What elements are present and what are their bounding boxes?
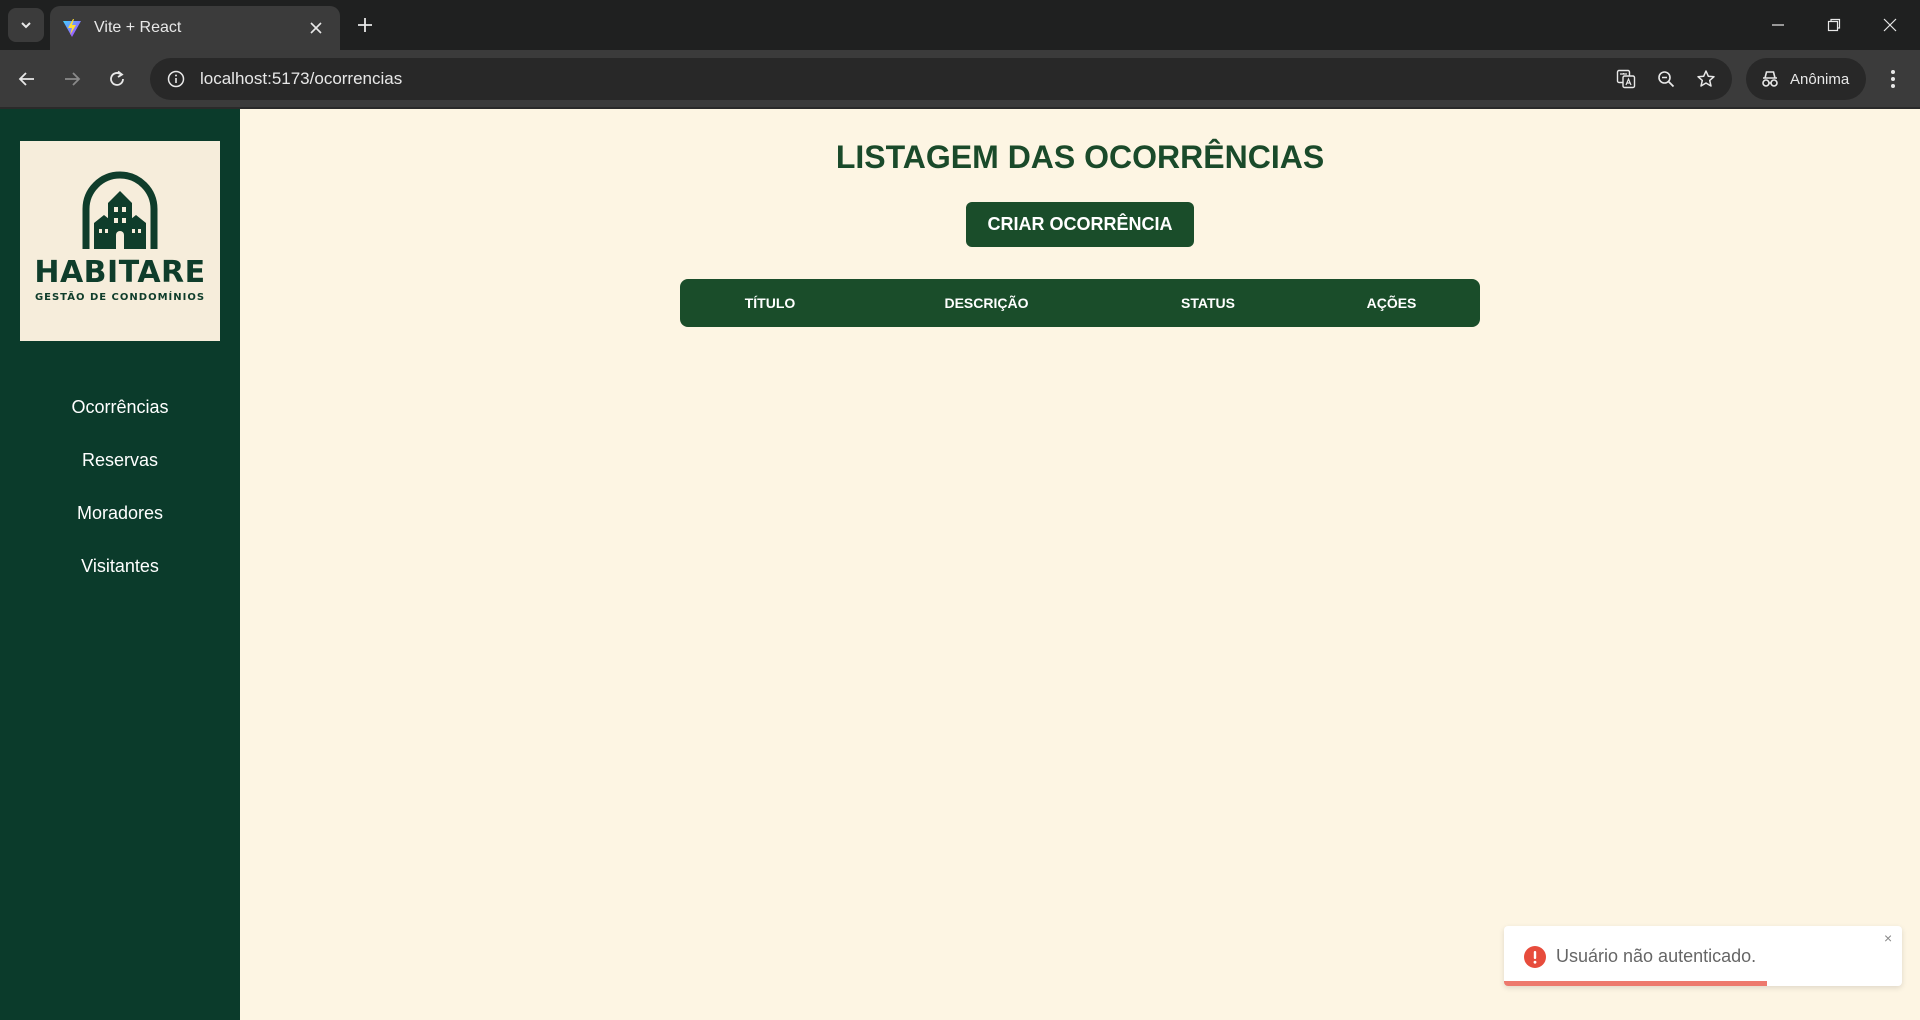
minimize-button[interactable] xyxy=(1758,8,1798,42)
column-header-descricao: DESCRIÇÃO xyxy=(944,295,1029,311)
forward-button[interactable] xyxy=(55,62,89,96)
incognito-profile-button[interactable]: Anônima xyxy=(1746,58,1866,100)
sidebar-item-ocorrencias[interactable]: Ocorrências xyxy=(0,381,240,434)
new-tab-button[interactable] xyxy=(352,12,378,38)
tab-title: Vite + React xyxy=(94,19,182,36)
browser-menu-button[interactable] xyxy=(1876,62,1910,96)
browser-tab-strip: Vite + React xyxy=(0,0,1920,50)
sidebar-item-reservas[interactable]: Reservas xyxy=(0,434,240,487)
column-header-acoes: AÇÕES xyxy=(1366,295,1417,311)
site-info-icon[interactable] xyxy=(156,58,196,100)
incognito-icon xyxy=(1762,71,1778,87)
chevron-down-icon xyxy=(21,22,31,29)
more-vertical-icon xyxy=(1891,70,1895,88)
sidebar-nav: Ocorrências Reservas Moradores Visitante… xyxy=(0,381,240,593)
vite-logo-icon xyxy=(63,19,81,37)
restore-icon xyxy=(1827,18,1841,32)
error-toast[interactable]: Usuário não autenticado. × xyxy=(1504,926,1902,986)
logo-subtitle: GESTÃO DE CONDOMÍNIOS xyxy=(34,292,206,303)
error-icon xyxy=(1524,946,1546,968)
create-ocorrencia-button[interactable]: CRIAR OCORRÊNCIA xyxy=(966,202,1194,247)
arrow-left-icon xyxy=(18,72,34,86)
reload-button[interactable] xyxy=(100,62,134,96)
browser-toolbar: localhost:5173/ocorrencias Anônima xyxy=(0,50,1920,108)
bookmark-star-icon[interactable] xyxy=(1686,58,1726,100)
zoom-icon[interactable] xyxy=(1646,58,1686,100)
url-text[interactable]: localhost:5173/ocorrencias xyxy=(200,69,1606,89)
translate-icon[interactable] xyxy=(1606,58,1646,100)
reload-icon xyxy=(110,70,124,86)
page-title: LISTAGEM DAS OCORRÊNCIAS xyxy=(835,139,1325,175)
column-header-status: STATUS xyxy=(1181,295,1235,311)
arrow-right-icon xyxy=(65,72,81,86)
column-header-titulo: TÍTULO xyxy=(744,295,796,311)
sidebar-item-visitantes[interactable]: Visitantes xyxy=(0,540,240,593)
toast-close-icon[interactable]: × xyxy=(1884,930,1892,946)
plus-icon xyxy=(358,18,372,32)
close-icon xyxy=(1883,18,1897,32)
table-header: TÍTULO DESCRIÇÃO STATUS AÇÕES xyxy=(680,279,1480,327)
restore-button[interactable] xyxy=(1814,8,1854,42)
minimize-icon xyxy=(1772,24,1784,26)
browser-tab[interactable]: Vite + React xyxy=(50,6,340,50)
logo-name: HABITARE xyxy=(34,255,206,290)
tab-search-button[interactable] xyxy=(8,8,44,42)
toast-progress-bar xyxy=(1504,981,1767,986)
building-logo-icon xyxy=(82,171,158,249)
sidebar: HABITARE GESTÃO DE CONDOMÍNIOS Ocorrênci… xyxy=(0,109,240,1020)
main-content: LISTAGEM DAS OCORRÊNCIAS CRIAR OCORRÊNCI… xyxy=(240,109,1920,1020)
back-button[interactable] xyxy=(10,62,44,96)
tab-close-icon[interactable] xyxy=(304,16,328,40)
toast-message: Usuário não autenticado. xyxy=(1556,946,1757,966)
habitare-logo: HABITARE GESTÃO DE CONDOMÍNIOS xyxy=(20,141,220,341)
close-window-button[interactable] xyxy=(1870,8,1910,42)
profile-label: Anônima xyxy=(1790,70,1850,88)
sidebar-item-moradores[interactable]: Moradores xyxy=(0,487,240,540)
address-bar[interactable]: localhost:5173/ocorrencias xyxy=(150,58,1732,100)
